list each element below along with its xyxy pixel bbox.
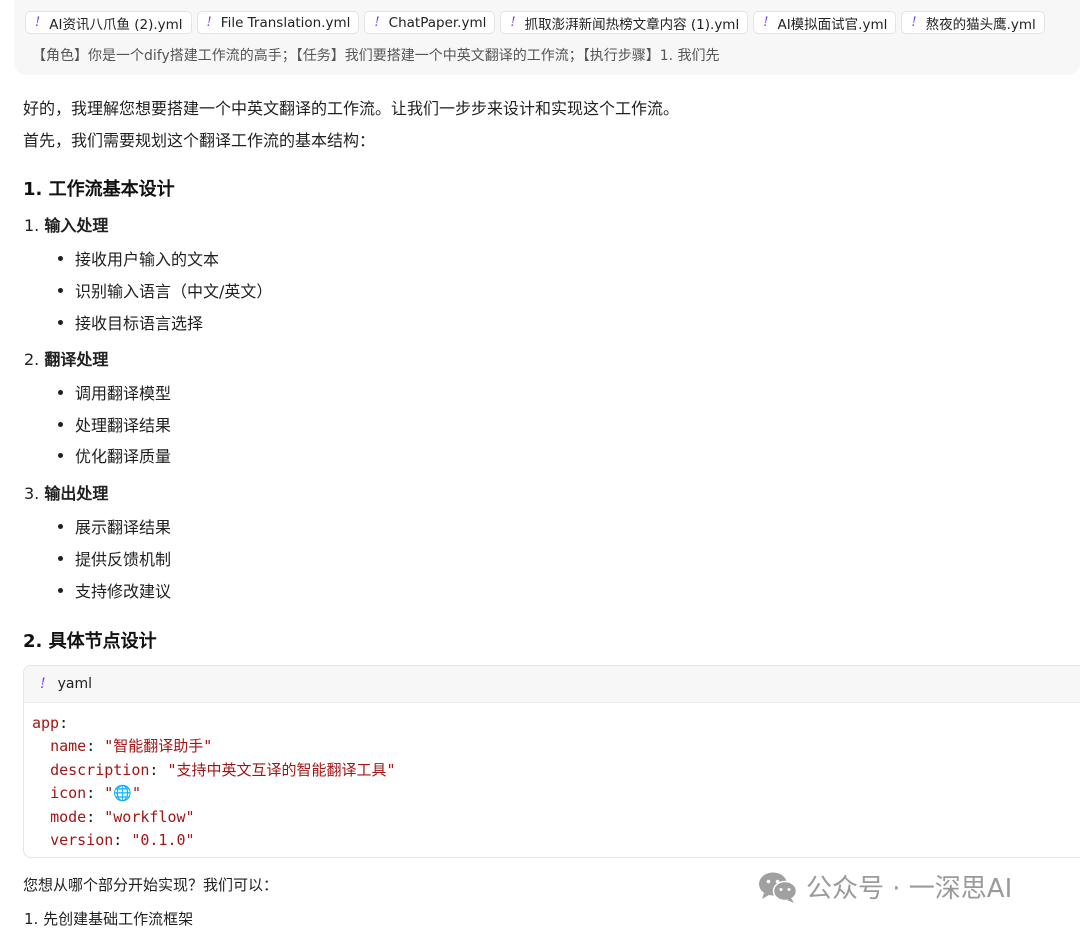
attachment-label: ChatPaper.yml (388, 14, 487, 31)
user-prompt-card: ! AI资讯八爪鱼 (2).yml ! File Translation.yml… (14, 0, 1080, 75)
yaml-file-icon: ! (911, 15, 917, 30)
yaml-file-icon: ! (35, 15, 41, 30)
watermark-text: 公众号 · 一深思AI (806, 874, 1013, 904)
attachment-chip[interactable]: ! AI资讯八爪鱼 (2).yml (25, 11, 192, 34)
bullet-item: 展示翻译结果 (58, 514, 171, 538)
yaml-file-icon: ! (374, 15, 380, 30)
code-block-header: ! yaml (24, 666, 1080, 703)
yaml-file-icon: ! (763, 15, 769, 30)
attachment-list: ! AI资讯八爪鱼 (2).yml ! File Translation.yml… (25, 11, 1045, 34)
bullet-item: 提供反馈机制 (58, 546, 171, 570)
option-item: 1. 先创建基础工作流框架 (24, 910, 194, 928)
code-content[interactable]: app: name: "智能翻译助手" description: "支持中英文互… (24, 703, 1080, 852)
wechat-icon (759, 872, 798, 903)
bullet-item: 调用翻译模型 (58, 380, 171, 404)
answer-intro-2: 首先，我们需要规划这个翻译工作流的基本结构： (23, 131, 376, 150)
step-title: 翻译处理 (44, 350, 109, 369)
bullet-item: 接收用户输入的文本 (58, 246, 219, 270)
code-line: mode: "workflow" (50, 807, 195, 826)
attachment-label: 熬夜的猫头鹰.yml (925, 16, 1036, 33)
attachment-label: File Translation.yml (220, 14, 351, 31)
bullet-item: 接收目标语言选择 (58, 310, 203, 334)
answer-intro: 好的，我理解您想要搭建一个中英文翻译的工作流。让我们一步步来设计和实现这个工作流… (23, 99, 680, 118)
code-line: version: "0.1.0" (50, 831, 195, 850)
step-number: 1. (24, 216, 40, 235)
code-line: icon: "🌐" (50, 784, 141, 803)
code-block: ! yaml app: name: "智能翻译助手" description: … (23, 665, 1080, 858)
prompt-text: 【角色】你是一个dify搭建工作流的高手；【任务】我们要搭建一个中英文翻译的工作… (32, 48, 720, 64)
attachment-chip[interactable]: ! 熬夜的猫头鹰.yml (901, 11, 1045, 34)
code-line: description: "支持中英文互译的智能翻译工具" (50, 760, 396, 779)
attachment-chip[interactable]: ! ChatPaper.yml (364, 11, 496, 34)
bullet-item: 处理翻译结果 (58, 412, 171, 436)
section-heading: 2. 具体节点设计 (23, 631, 157, 652)
bullet-item: 识别输入语言（中文/英文） (58, 278, 272, 302)
bullet-item: 支持修改建议 (58, 578, 171, 602)
section-heading: 1. 工作流基本设计 (23, 179, 175, 200)
follow-up-question: 您想从哪个部分开始实现？我们可以： (23, 876, 279, 894)
code-line: app: (32, 714, 69, 732)
code-language-label: yaml (57, 676, 93, 692)
step-number: 2. (24, 350, 40, 369)
numbered-step: 1. 输入处理 (24, 212, 108, 236)
yaml-file-icon: ! (40, 676, 46, 692)
attachment-label: 抓取澎湃新闻热榜文章内容 (1).yml (524, 16, 740, 33)
watermark: 公众号 · 一深思AI (758, 868, 1012, 905)
attachment-chip[interactable]: ! File Translation.yml (196, 11, 360, 34)
attachment-label: AI模拟面试官.yml (777, 16, 888, 33)
step-title: 输入处理 (44, 216, 109, 235)
numbered-step: 2. 翻译处理 (24, 346, 108, 370)
yaml-file-icon: ! (510, 15, 516, 30)
chat-page: ! AI资讯八爪鱼 (2).yml ! File Translation.yml… (0, 0, 1080, 933)
bullet-item: 优化翻译质量 (58, 443, 171, 467)
yaml-file-icon: ! (206, 15, 212, 30)
attachment-chip[interactable]: ! 抓取澎湃新闻热榜文章内容 (1).yml (500, 11, 749, 34)
step-title: 输出处理 (44, 484, 109, 503)
step-number: 3. (24, 484, 40, 503)
numbered-step: 3. 输出处理 (24, 480, 108, 504)
attachment-label: AI资讯八爪鱼 (2).yml (49, 16, 183, 33)
code-line: name: "智能翻译助手" (50, 737, 213, 756)
attachment-chip[interactable]: ! AI模拟面试官.yml (753, 11, 897, 34)
